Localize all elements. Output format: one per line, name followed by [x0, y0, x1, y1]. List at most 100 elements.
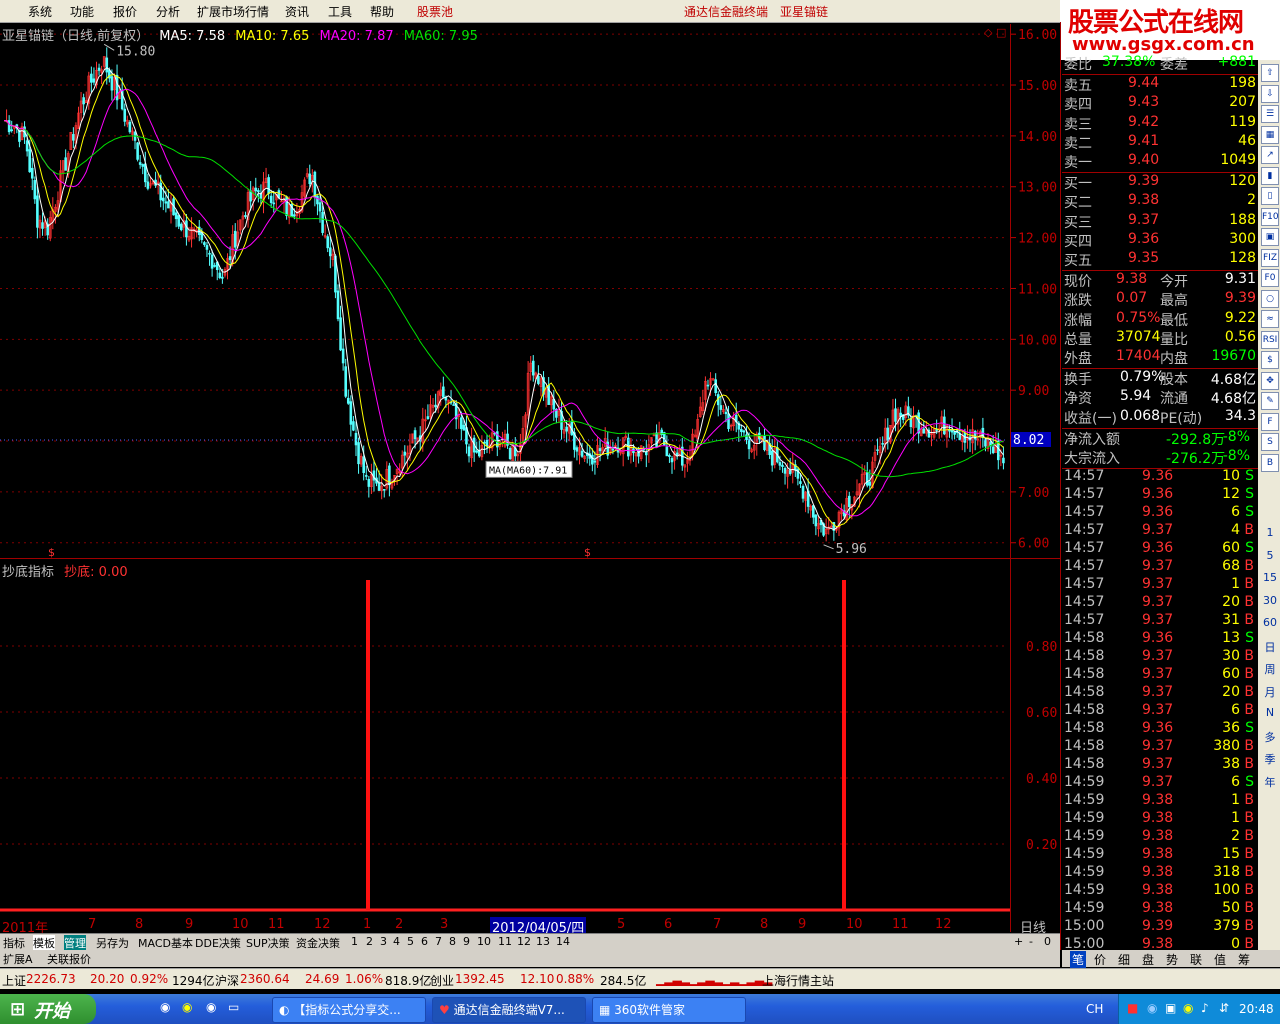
formula-tab-20[interactable]: 13	[536, 935, 550, 948]
candle-body	[362, 456, 365, 473]
formula-tab-17[interactable]: 10	[477, 935, 491, 948]
start-button[interactable]: ⊞ 开始	[0, 994, 96, 1024]
menu-info[interactable]: 资讯	[285, 3, 309, 20]
formula-tab-4[interactable]: MACD基本	[138, 935, 193, 951]
formula-tab-8[interactable]: 1	[351, 935, 358, 948]
period-button-7[interactable]: 月	[1262, 684, 1278, 700]
candle-body	[228, 256, 232, 261]
quote-tab-0[interactable]: 笔	[1070, 951, 1087, 968]
task-360-manager[interactable]: ▦ 360软件管家	[592, 997, 746, 1023]
rsi-icon[interactable]: RSI	[1261, 330, 1279, 349]
line-chart-icon[interactable]: ↗	[1261, 146, 1279, 164]
zoom-control-0[interactable]: +	[1014, 935, 1023, 948]
task-formula-share[interactable]: ◐ 【指标公式分享交...	[272, 997, 426, 1023]
period-button-3[interactable]: 30	[1262, 594, 1278, 607]
calc-icon[interactable]: ▣	[1261, 228, 1279, 246]
formula-tab-7[interactable]: 资金决策	[296, 935, 340, 951]
circle-icon[interactable]: ○	[1261, 289, 1279, 308]
tray-monitor-icon[interactable]: ▣	[1165, 1001, 1176, 1015]
period-button-8[interactable]: N	[1262, 706, 1278, 719]
candle-body	[357, 442, 360, 465]
menu-help[interactable]: 帮助	[370, 3, 394, 20]
tick-row-cell: 9.38	[1142, 809, 1174, 826]
b-icon[interactable]: B	[1261, 453, 1279, 472]
quicklaunch-media-icon[interactable]: ◉	[206, 1000, 216, 1014]
formula-tab-10[interactable]: 3	[380, 935, 387, 948]
formula-tab-1[interactable]: 模板	[33, 935, 55, 951]
menu-extended-market[interactable]: 扩展市场行情	[197, 3, 269, 20]
formula-tab-19[interactable]: 12	[517, 935, 531, 948]
formula-tab-18[interactable]: 11	[498, 935, 512, 948]
move-icon[interactable]: ✥	[1261, 371, 1279, 390]
language-indicator[interactable]: CH	[1086, 1002, 1103, 1016]
formula-tab-2[interactable]: 管理	[64, 935, 86, 951]
quicklaunch-360-icon[interactable]: ◉	[182, 1000, 192, 1014]
period-button-0[interactable]: 1	[1262, 526, 1278, 539]
menu-quote[interactable]: 报价	[113, 3, 137, 20]
extension-tab-0[interactable]: 扩展A	[3, 951, 33, 967]
quicklaunch-desktop-icon[interactable]: ▭	[228, 1000, 239, 1014]
formula-tab-5[interactable]: DDE决策	[195, 935, 241, 951]
formula-tab-13[interactable]: 6	[421, 935, 428, 948]
grid-icon[interactable]: ▦	[1261, 125, 1279, 144]
quote-tab-2[interactable]: 细	[1118, 951, 1130, 968]
quicklaunch-ie-icon[interactable]: ◉	[160, 1000, 170, 1014]
f-icon[interactable]: F	[1261, 412, 1279, 431]
s-icon[interactable]: S	[1261, 433, 1279, 451]
period-button-6[interactable]: 周	[1262, 661, 1278, 677]
dollar-icon[interactable]: $	[1261, 351, 1279, 369]
formula-tab-3[interactable]: 另存为	[96, 935, 129, 951]
formula-tab-12[interactable]: 5	[407, 935, 414, 948]
formula-tab-11[interactable]: 4	[393, 935, 400, 948]
quote-tab-7[interactable]: 筹	[1238, 951, 1250, 968]
menu-stock-pool[interactable]: 股票池	[417, 3, 453, 20]
menu-tools[interactable]: 工具	[328, 3, 352, 20]
formula-tab-0[interactable]: 指标	[3, 935, 25, 951]
kline-chart[interactable]: 16.00 15.00 14.00 13.00 12.00 11.00 10.00 9.00 8…	[0, 24, 1060, 560]
formula-tab-14[interactable]: 7	[435, 935, 442, 948]
arrow-down-icon[interactable]: ⇩	[1261, 84, 1279, 103]
quote-tab-3[interactable]: 盘	[1142, 951, 1154, 968]
quote-tab-4[interactable]: 势	[1166, 951, 1178, 968]
tray-network-icon[interactable]: ⇵	[1219, 1001, 1229, 1015]
menu-function[interactable]: 功能	[70, 3, 94, 20]
ma20-line	[3, 88, 1004, 517]
chart-options-icon[interactable]: ◇ □	[984, 26, 1006, 39]
menu-analysis[interactable]: 分析	[156, 3, 180, 20]
period-button-11[interactable]: 年	[1262, 774, 1278, 790]
list-icon[interactable]: ☰	[1261, 105, 1279, 123]
quote-tab-1[interactable]: 价	[1094, 951, 1106, 968]
period-button-2[interactable]: 15	[1262, 571, 1278, 584]
tray-flag-icon[interactable]: ■	[1127, 1001, 1138, 1015]
formula-tab-16[interactable]: 9	[463, 935, 470, 948]
formula-tab-6[interactable]: SUP决策	[246, 935, 290, 951]
bar-icon[interactable]: ▯	[1261, 187, 1279, 205]
fiz-icon[interactable]: FIZ	[1261, 248, 1279, 267]
menu-system[interactable]: 系统	[28, 3, 52, 20]
formula-tab-21[interactable]: 14	[556, 935, 570, 948]
candle-body	[747, 439, 751, 450]
f10-icon[interactable]: F10	[1261, 207, 1279, 226]
f0-icon[interactable]: F0	[1261, 269, 1279, 287]
period-button-9[interactable]: 多	[1262, 729, 1278, 745]
wave-icon[interactable]: ≈	[1261, 310, 1279, 328]
quote-tab-5[interactable]: 联	[1190, 951, 1202, 968]
pencil-icon[interactable]: ✎	[1261, 392, 1279, 410]
period-button-4[interactable]: 60	[1262, 616, 1278, 629]
task-tdx-terminal[interactable]: ♥ 通达信金融终端V7...	[432, 997, 586, 1023]
candle-icon[interactable]: ▮	[1261, 166, 1279, 185]
tray-volume-icon[interactable]: ♪	[1201, 1001, 1209, 1015]
period-button-1[interactable]: 5	[1262, 549, 1278, 562]
arrow-up-icon[interactable]: ⇧	[1261, 64, 1279, 82]
period-button-10[interactable]: 季	[1262, 751, 1278, 767]
zoom-control-1[interactable]: -	[1029, 935, 1033, 948]
period-button-5[interactable]: 日	[1262, 639, 1278, 655]
indicator-chart[interactable]: 0.80 0.60 0.40 0.20	[0, 560, 1060, 932]
extension-tab-1[interactable]: 关联报价	[47, 951, 91, 967]
tray-360-icon[interactable]: ◉	[1183, 1001, 1193, 1015]
tray-ie-icon[interactable]: ◉	[1147, 1001, 1157, 1015]
zoom-control-2[interactable]: 0	[1044, 935, 1051, 948]
formula-tab-9[interactable]: 2	[366, 935, 373, 948]
quote-tab-6[interactable]: 值	[1214, 951, 1226, 968]
formula-tab-15[interactable]: 8	[449, 935, 456, 948]
